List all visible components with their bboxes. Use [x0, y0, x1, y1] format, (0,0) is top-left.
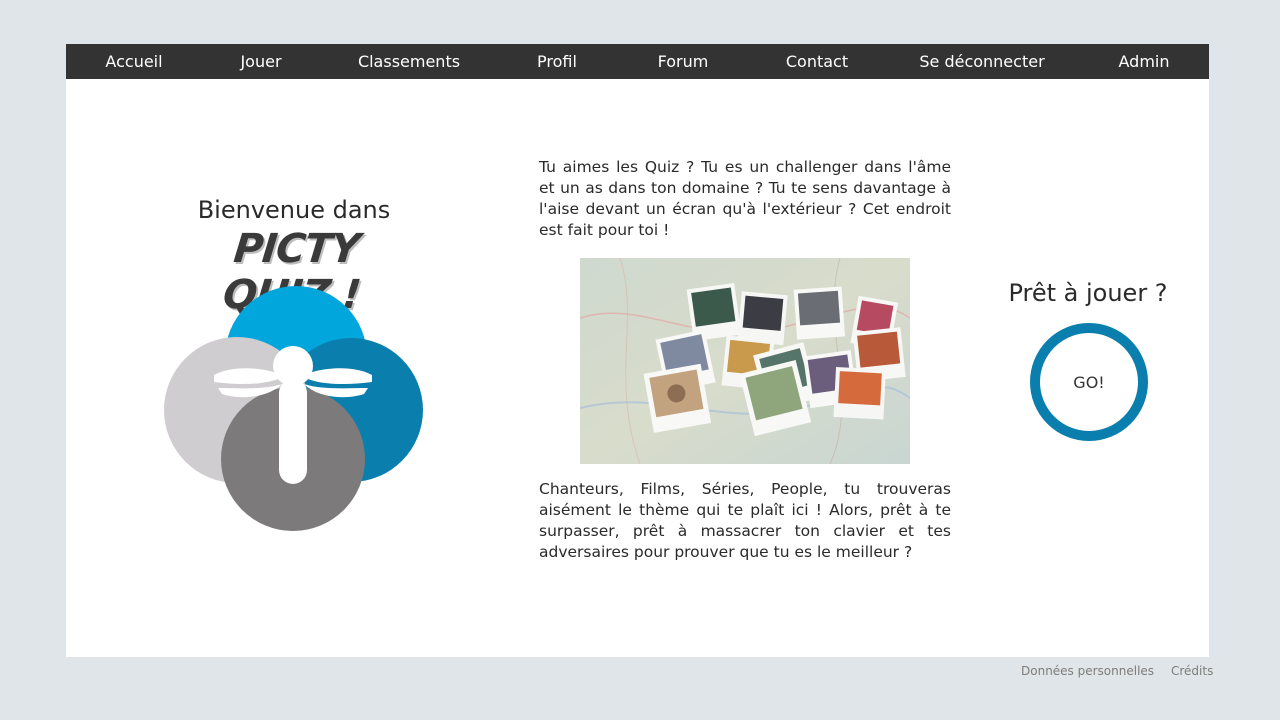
welcome-heading: Bienvenue dans [197, 196, 391, 224]
outro-text: Chanteurs, Films, Séries, People, tu tro… [539, 480, 951, 561]
nav-item-forum[interactable]: Forum [658, 44, 709, 79]
go-button[interactable]: GO! [1030, 323, 1148, 441]
nav-item-profil[interactable]: Profil [537, 44, 577, 79]
privacy-link[interactable]: Données personnelles [1021, 664, 1154, 678]
go-button-label: GO! [1073, 372, 1105, 392]
page-frame: Accueil Jouer Classements Profil Forum C… [66, 44, 1209, 657]
nav-item-contact[interactable]: Contact [786, 44, 848, 79]
nav-item-jouer[interactable]: Jouer [240, 44, 281, 79]
intro-text: Tu aimes les Quiz ? Tu es un challenger … [539, 158, 951, 239]
nav-item-admin[interactable]: Admin [1119, 44, 1170, 79]
credits-link[interactable]: Crédits [1171, 664, 1213, 678]
nav-item-classements[interactable]: Classements [358, 44, 460, 79]
nav-item-accueil[interactable]: Accueil [105, 44, 162, 79]
ready-heading: Prêt à jouer ? [1008, 279, 1168, 307]
polaroids-photo [580, 258, 910, 464]
main-navbar: Accueil Jouer Classements Profil Forum C… [66, 44, 1209, 79]
dragonfly-logo [164, 286, 423, 531]
nav-item-logout[interactable]: Se déconnecter [919, 44, 1044, 79]
